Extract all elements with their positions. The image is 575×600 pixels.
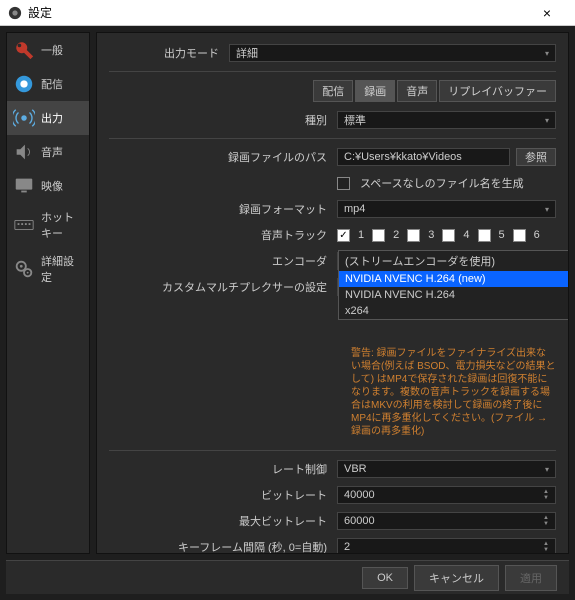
sidebar-label: 出力 bbox=[41, 110, 63, 126]
keyframe-input[interactable]: 2▲▼ bbox=[337, 538, 556, 554]
title-bar: 設定 × bbox=[0, 0, 575, 26]
encoder-option-x264[interactable]: x264 bbox=[339, 303, 569, 319]
track-4-checkbox[interactable] bbox=[442, 229, 455, 242]
recording-path-input[interactable]: C:¥Users¥kkato¥Videos bbox=[337, 148, 510, 166]
spinner-icon[interactable]: ▲▼ bbox=[543, 489, 549, 501]
ok-button[interactable]: OK bbox=[362, 567, 408, 589]
encoder-option-stream[interactable]: (ストリームエンコーダを使用) bbox=[339, 251, 569, 271]
sidebar-label: 映像 bbox=[41, 178, 63, 194]
chevron-down-icon: ▾ bbox=[545, 49, 549, 58]
output-mode-select[interactable]: 詳細▾ bbox=[229, 44, 556, 62]
cancel-button[interactable]: キャンセル bbox=[414, 565, 499, 591]
close-button[interactable]: × bbox=[527, 5, 567, 21]
track-5-checkbox[interactable] bbox=[478, 229, 491, 242]
encoder-label: エンコーダ bbox=[109, 253, 337, 269]
path-label: 録画ファイルのパス bbox=[109, 149, 337, 165]
keyboard-icon bbox=[13, 214, 35, 236]
type-label: 種別 bbox=[109, 112, 337, 128]
tab-replay-buffer[interactable]: リプレイバッファー bbox=[439, 80, 556, 102]
nospace-label: スペースなしのファイル名を生成 bbox=[360, 175, 524, 191]
tracks-label: 音声トラック bbox=[109, 227, 337, 243]
encoder-option-nvenc-new[interactable]: NVIDIA NVENC H.264 (new) bbox=[339, 271, 569, 287]
nospace-checkbox[interactable] bbox=[337, 177, 350, 190]
spinner-icon[interactable]: ▲▼ bbox=[543, 515, 549, 527]
sidebar-item-output[interactable]: 出力 bbox=[7, 101, 89, 135]
monitor-icon bbox=[13, 175, 35, 197]
settings-sidebar: 一般 配信 出力 音声 映像 ホットキー 詳細設定 bbox=[6, 32, 90, 554]
bitrate-label: ビットレート bbox=[109, 487, 337, 503]
type-select[interactable]: 標準▾ bbox=[337, 111, 556, 129]
track-2-checkbox[interactable] bbox=[372, 229, 385, 242]
sidebar-item-stream[interactable]: 配信 bbox=[7, 67, 89, 101]
stream-icon bbox=[13, 73, 35, 95]
rate-control-select[interactable]: VBR▾ bbox=[337, 460, 556, 478]
rate-control-label: レート制御 bbox=[109, 461, 337, 477]
app-icon bbox=[8, 6, 22, 20]
tab-stream[interactable]: 配信 bbox=[313, 80, 353, 102]
sidebar-label: 配信 bbox=[41, 76, 63, 92]
chevron-down-icon: ▾ bbox=[545, 116, 549, 125]
mux-label: カスタムマルチプレクサーの設定 bbox=[109, 279, 337, 295]
tab-recording[interactable]: 録画 bbox=[355, 80, 395, 102]
max-bitrate-input[interactable]: 60000▲▼ bbox=[337, 512, 556, 530]
sidebar-label: 一般 bbox=[41, 42, 63, 58]
format-select[interactable]: mp4▾ bbox=[337, 200, 556, 218]
apply-button[interactable]: 適用 bbox=[505, 565, 557, 591]
sidebar-label: 詳細設定 bbox=[41, 253, 83, 285]
track-3-checkbox[interactable] bbox=[407, 229, 420, 242]
chevron-down-icon: ▾ bbox=[545, 205, 549, 214]
broadcast-icon bbox=[13, 107, 35, 129]
speaker-icon bbox=[13, 141, 35, 163]
output-mode-label: 出力モード bbox=[109, 45, 229, 61]
sidebar-item-hotkeys[interactable]: ホットキー bbox=[7, 203, 89, 247]
sidebar-item-advanced[interactable]: 詳細設定 bbox=[7, 247, 89, 291]
sidebar-label: 音声 bbox=[41, 144, 63, 160]
encoder-option-nvenc[interactable]: NVIDIA NVENC H.264 bbox=[339, 287, 569, 303]
dialog-footer: OK キャンセル 適用 bbox=[6, 560, 569, 594]
main-panel: 出力モード 詳細▾ 配信 録画 音声 リプレイバッファー 種別 標準▾ 録画ファ… bbox=[96, 32, 569, 554]
window-title: 設定 bbox=[28, 4, 527, 21]
mp4-warning: 警告: 録画ファイルをファイナライズ出来ない場合(例えば BSOD、電力損失など… bbox=[109, 345, 556, 442]
wrench-icon bbox=[13, 39, 35, 61]
sidebar-item-audio[interactable]: 音声 bbox=[7, 135, 89, 169]
sidebar-label: ホットキー bbox=[41, 209, 83, 241]
chevron-down-icon: ▾ bbox=[545, 465, 549, 474]
keyframe-label: キーフレーム間隔 (秒, 0=自動) bbox=[109, 539, 337, 554]
encoder-dropdown: (ストリームエンコーダを使用) NVIDIA NVENC H.264 (new)… bbox=[338, 250, 569, 320]
sidebar-item-general[interactable]: 一般 bbox=[7, 33, 89, 67]
track-6-checkbox[interactable] bbox=[513, 229, 526, 242]
max-bitrate-label: 最大ビットレート bbox=[109, 513, 337, 529]
browse-button[interactable]: 参照 bbox=[516, 148, 556, 166]
bitrate-input[interactable]: 40000▲▼ bbox=[337, 486, 556, 504]
sidebar-item-video[interactable]: 映像 bbox=[7, 169, 89, 203]
gear-icon bbox=[13, 258, 35, 280]
output-tabs: 配信 録画 音声 リプレイバッファー bbox=[109, 80, 556, 102]
tab-audio[interactable]: 音声 bbox=[397, 80, 437, 102]
format-label: 録画フォーマット bbox=[109, 201, 337, 217]
track-1-checkbox[interactable]: ✓ bbox=[337, 229, 350, 242]
spinner-icon[interactable]: ▲▼ bbox=[543, 541, 549, 553]
